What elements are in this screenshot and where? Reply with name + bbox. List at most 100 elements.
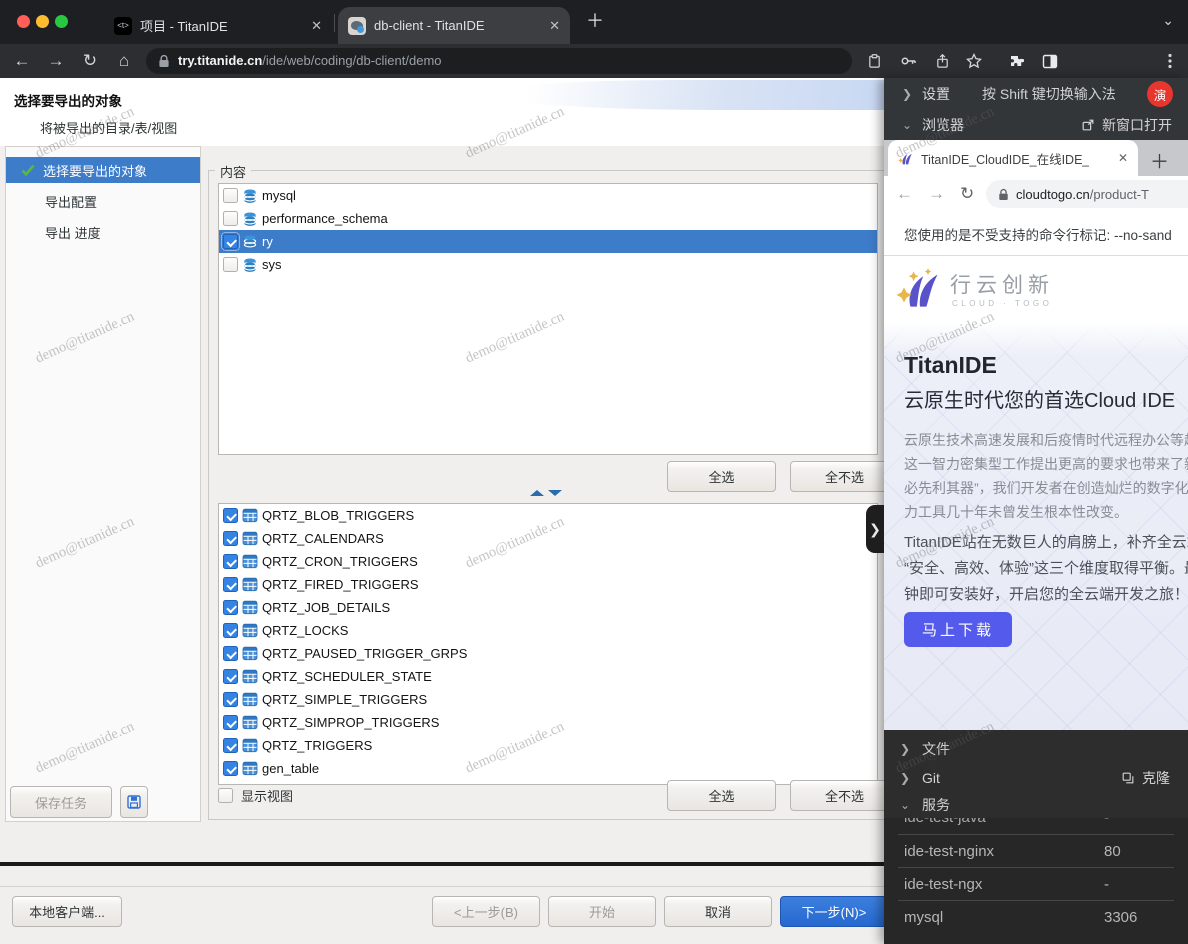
row-checkbox[interactable]	[223, 188, 238, 203]
service-row[interactable]: mysql3306	[884, 901, 1188, 933]
table-row[interactable]: QRTZ_SCHEDULER_STATE	[219, 665, 877, 688]
table-row[interactable]: QRTZ_CRON_TRIGGERS	[219, 550, 877, 573]
row-checkbox[interactable]	[223, 508, 238, 523]
database-row[interactable]: ry	[219, 230, 877, 253]
table-row[interactable]: QRTZ_SIMPLE_TRIGGERS	[219, 688, 877, 711]
wizard-step-active[interactable]: 选择要导出的对象	[6, 157, 200, 183]
row-checkbox[interactable]	[223, 531, 238, 546]
row-checkbox[interactable]	[223, 761, 238, 776]
new-tab-button[interactable]: ＋	[586, 11, 604, 31]
back-icon[interactable]: ←	[8, 47, 36, 75]
service-row[interactable]: ide-test-nginx80	[884, 835, 1188, 867]
embedded-nav-bar: ← → ↻ cloudtogo.cn/product-T	[884, 176, 1188, 212]
table-row[interactable]: QRTZ_JOB_DETAILS	[219, 596, 877, 619]
cancel-button[interactable]: 取消	[664, 896, 772, 927]
row-checkbox[interactable]	[223, 577, 238, 592]
back-icon[interactable]: ←	[896, 184, 913, 204]
back-step-button[interactable]: <上一步(B)	[432, 896, 540, 927]
tab-close-icon[interactable]: ✕	[543, 18, 560, 34]
save-task-icon-button[interactable]	[120, 786, 148, 818]
password-key-icon[interactable]	[894, 47, 922, 75]
show-views-row[interactable]: 显示视图	[218, 786, 293, 805]
section-files[interactable]: ❯ 文件	[884, 734, 1188, 763]
row-checkbox[interactable]	[223, 600, 238, 615]
step-label: 选择要导出的对象	[43, 161, 147, 180]
select-none-button-bottom[interactable]: 全不选	[790, 780, 899, 811]
service-name: ide-test-ngx	[904, 876, 982, 893]
wizard-header: 选择要导出的对象 将被导出的目录/表/视图	[0, 78, 884, 147]
database-row[interactable]: mysql	[219, 184, 877, 207]
table-row[interactable]: QRTZ_LOCKS	[219, 619, 877, 642]
tab-close-icon[interactable]: ✕	[305, 18, 322, 34]
settings-section-row[interactable]: ❯ 设置 按 Shift 键切换输入法 演	[884, 78, 1188, 109]
row-checkbox[interactable]	[223, 646, 238, 661]
bookmark-star-icon[interactable]	[960, 47, 988, 75]
forward-icon[interactable]: →	[928, 184, 945, 204]
row-checkbox[interactable]	[223, 211, 238, 226]
panel-collapse-handle[interactable]: ❯	[866, 505, 884, 553]
wizard-step-item[interactable]: 导出 进度	[6, 219, 200, 245]
git-clone-button[interactable]: 克隆	[1121, 768, 1170, 788]
start-button[interactable]: 开始	[548, 896, 656, 927]
database-row[interactable]: sys	[219, 253, 877, 276]
row-checkbox[interactable]	[223, 738, 238, 753]
window-minimize-button[interactable]	[36, 15, 49, 28]
embedded-address-bar[interactable]: cloudtogo.cn/product-T	[986, 180, 1188, 208]
row-checkbox[interactable]	[223, 623, 238, 638]
row-checkbox[interactable]	[223, 669, 238, 684]
service-row[interactable]: ide-test-ngx-	[884, 868, 1188, 900]
local-client-button[interactable]: 本地客户端...	[12, 896, 122, 927]
tab-project[interactable]: <t> 项目 - TitanIDE ✕	[104, 7, 332, 44]
tab-db-client[interactable]: db-client - TitanIDE ✕	[338, 7, 570, 44]
table-row[interactable]: QRTZ_SIMPROP_TRIGGERS	[219, 711, 877, 734]
table-row[interactable]: gen_table	[219, 757, 877, 780]
save-task-button[interactable]: 保存任务	[10, 786, 112, 818]
row-checkbox[interactable]	[223, 234, 238, 249]
table-row[interactable]: QRTZ_FIRED_TRIGGERS	[219, 573, 877, 596]
show-views-checkbox[interactable]	[218, 788, 233, 803]
table-name: QRTZ_LOCKS	[262, 623, 348, 638]
section-services[interactable]: ⌄ 服务	[884, 792, 1188, 818]
window-close-button[interactable]	[17, 15, 30, 28]
service-port: 3306	[1104, 909, 1137, 926]
row-checkbox[interactable]	[223, 554, 238, 569]
select-none-button-top[interactable]: 全不选	[790, 461, 899, 492]
wizard-step-item[interactable]: 导出配置	[6, 188, 200, 214]
row-checkbox[interactable]	[223, 692, 238, 707]
open-new-window-button[interactable]: 新窗口打开	[1081, 115, 1172, 135]
row-checkbox[interactable]	[223, 257, 238, 272]
address-bar[interactable]: try.titanide.cn/ide/web/coding/db-client…	[146, 48, 852, 74]
select-all-button-top[interactable]: 全选	[667, 461, 776, 492]
database-list: mysqlperformance_schemarysys	[218, 183, 878, 455]
table-row[interactable]: QRTZ_CALENDARS	[219, 527, 877, 550]
reading-list-icon[interactable]	[860, 47, 888, 75]
home-icon[interactable]: ⌂	[110, 47, 138, 75]
embedded-tab[interactable]: TitanIDE_CloudIDE_在线IDE_ ✕	[888, 140, 1138, 176]
next-step-button[interactable]: 下一步(N)>	[780, 896, 888, 927]
hero-text-line: TitanIDE站在无数巨人的肩膀上，补齐全云端	[904, 530, 1188, 556]
forward-icon[interactable]: →	[42, 47, 70, 75]
reload-icon[interactable]: ↻	[960, 184, 974, 204]
tab-close-icon[interactable]: ✕	[1118, 151, 1128, 165]
side-panel-icon[interactable]	[1036, 47, 1064, 75]
tab-search-chevron-icon[interactable]: ⌄	[1162, 12, 1174, 29]
select-all-button-bottom[interactable]: 全选	[667, 780, 776, 811]
browser-label: 浏览器	[922, 115, 964, 135]
row-checkbox[interactable]	[223, 715, 238, 730]
share-icon[interactable]	[928, 47, 956, 75]
table-list: QRTZ_BLOB_TRIGGERSQRTZ_CALENDARSQRTZ_CRO…	[218, 503, 878, 785]
window-zoom-button[interactable]	[55, 15, 68, 28]
browser-menu-kebab-icon[interactable]	[1156, 47, 1184, 75]
demo-badge[interactable]: 演	[1147, 81, 1173, 107]
download-button[interactable]: 马上下载	[904, 612, 1012, 647]
table-row[interactable]: QRTZ_TRIGGERS	[219, 734, 877, 757]
section-git[interactable]: ❯ Git 克隆	[884, 763, 1188, 792]
database-row[interactable]: performance_schema	[219, 207, 877, 230]
reload-icon[interactable]: ↻	[76, 47, 104, 75]
splitter-handle[interactable]	[530, 490, 562, 496]
table-row[interactable]: QRTZ_BLOB_TRIGGERS	[219, 504, 877, 527]
new-tab-button[interactable]: ＋	[1150, 147, 1169, 174]
table-row[interactable]: QRTZ_PAUSED_TRIGGER_GRPS	[219, 642, 877, 665]
browser-section-row[interactable]: ⌄ 浏览器 新窗口打开	[884, 109, 1188, 140]
extensions-puzzle-icon[interactable]	[1002, 47, 1030, 75]
